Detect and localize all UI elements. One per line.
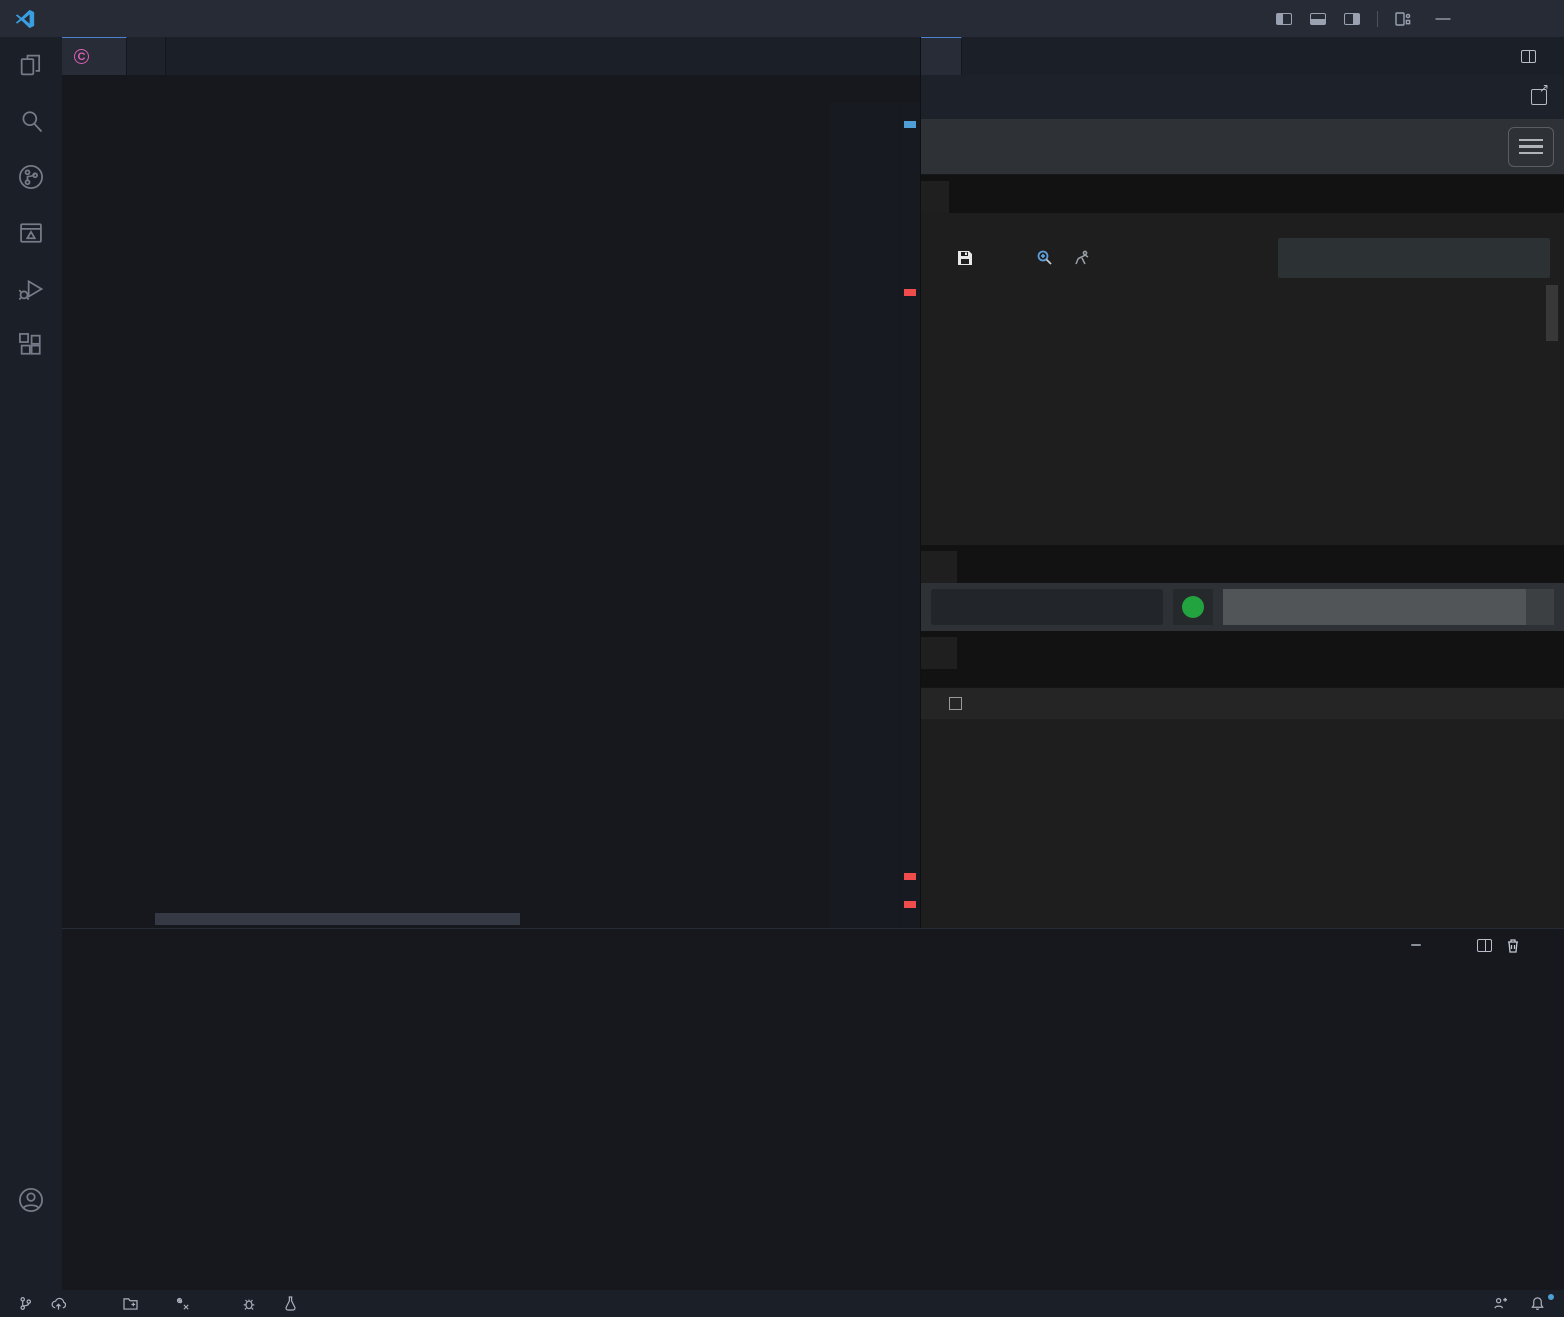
git-branch-item[interactable] xyxy=(12,1296,44,1311)
search-icon[interactable] xyxy=(0,93,62,149)
compile-status xyxy=(1173,589,1213,625)
activity-bar xyxy=(0,37,62,1290)
output-toolbar xyxy=(921,687,1564,719)
compiler-selector-row xyxy=(921,583,1564,631)
cmake-folder-item[interactable] xyxy=(116,1297,150,1310)
compiler-select[interactable] xyxy=(931,589,1163,625)
maximize-button[interactable] xyxy=(1468,0,1510,37)
wrap-lines-checkbox[interactable] xyxy=(949,696,968,712)
source-control-icon[interactable] xyxy=(0,149,62,205)
compiler-pane-header xyxy=(921,545,1564,583)
kill-terminal-icon[interactable] xyxy=(1506,938,1520,953)
debug-item[interactable] xyxy=(235,1297,263,1311)
settings-gear-icon[interactable] xyxy=(0,1228,62,1284)
open-external-icon[interactable] xyxy=(1524,82,1554,112)
feedback-icon[interactable] xyxy=(1486,1296,1515,1311)
git-branch-icon xyxy=(19,1296,32,1311)
close-window-button[interactable] xyxy=(1514,0,1556,37)
output-pane-tab[interactable] xyxy=(921,637,957,669)
source-pane-header xyxy=(921,175,1564,213)
minimize-button[interactable]: — xyxy=(1422,0,1464,37)
toggle-panel-icon[interactable] xyxy=(1303,7,1333,31)
godbolt-source-editor[interactable] xyxy=(921,281,1564,545)
save-icon[interactable] xyxy=(957,250,973,266)
tab-json-hpp[interactable]: C xyxy=(62,37,127,75)
divider xyxy=(1377,11,1378,27)
extensions-icon[interactable] xyxy=(0,317,62,373)
terminal-kind-icon xyxy=(1411,944,1421,946)
toggle-secondary-sidebar-icon[interactable] xyxy=(1337,7,1367,31)
vscode-logo-icon xyxy=(14,8,36,30)
hamburger-menu-icon[interactable] xyxy=(1508,127,1554,167)
editor-tab-bar: C xyxy=(62,37,920,75)
cmake-panel-icon[interactable] xyxy=(0,205,62,261)
notifications-bell-icon[interactable] xyxy=(1523,1296,1552,1311)
split-terminal-icon[interactable] xyxy=(1477,939,1492,952)
status-bar xyxy=(0,1290,1564,1317)
language-select[interactable] xyxy=(1278,238,1550,278)
ruler-cursor-marker xyxy=(904,121,916,128)
bottom-panel xyxy=(62,928,1564,1290)
account-icon[interactable] xyxy=(0,1172,62,1228)
ctest-item[interactable] xyxy=(277,1296,309,1311)
source-pane-tab[interactable] xyxy=(921,181,949,213)
tools-icon xyxy=(176,1297,190,1311)
tab-readme-md[interactable] xyxy=(127,37,166,75)
run-and-debug-icon[interactable] xyxy=(0,261,62,317)
reload-icon[interactable] xyxy=(999,82,1029,112)
output-pane-header xyxy=(921,631,1564,687)
forward-icon[interactable] xyxy=(965,82,995,112)
terminal-content[interactable] xyxy=(62,961,1564,971)
options-dropdown-icon[interactable] xyxy=(1526,589,1554,625)
toggle-sidebar-icon[interactable] xyxy=(1269,7,1299,31)
explorer-icon[interactable] xyxy=(0,37,62,93)
browser-tab-bar xyxy=(921,37,1564,75)
source-toolbar xyxy=(921,235,1564,281)
kit-item[interactable] xyxy=(169,1297,202,1311)
split-editor-icon[interactable] xyxy=(1521,50,1536,63)
editor-more-actions-icon[interactable] xyxy=(906,37,920,75)
horizontal-scrollbar[interactable] xyxy=(155,913,520,925)
overview-ruler xyxy=(901,103,920,928)
compiler-pane-tab[interactable] xyxy=(921,551,957,583)
breadcrumb[interactable] xyxy=(62,75,920,103)
ruler-error-marker xyxy=(904,873,916,880)
code-editor[interactable] xyxy=(62,103,920,928)
mascot-icon[interactable] xyxy=(1073,249,1091,267)
bug-icon xyxy=(242,1297,256,1311)
tab-simple-browser[interactable] xyxy=(921,37,962,75)
panel-tab-bar xyxy=(62,929,1564,961)
publish-icon xyxy=(51,1297,66,1311)
customize-layout-icon[interactable] xyxy=(1388,7,1418,31)
godbolt-scrollbar[interactable] xyxy=(1546,285,1558,341)
flask-icon xyxy=(284,1296,297,1311)
folder-icon xyxy=(123,1297,138,1310)
notification-dot xyxy=(1548,1294,1554,1300)
compile-ok-icon xyxy=(1182,596,1204,618)
cpp-file-icon: C xyxy=(74,49,89,64)
godbolt-minimap xyxy=(1488,285,1534,355)
back-icon[interactable] xyxy=(931,82,961,112)
browser-nav-bar xyxy=(921,75,1564,119)
compiler-output[interactable] xyxy=(921,719,1564,727)
compiler-explorer-header xyxy=(921,119,1564,175)
title-bar: — xyxy=(0,0,1564,37)
zoom-icon[interactable] xyxy=(1035,249,1053,267)
compiler-options-input[interactable] xyxy=(1223,589,1554,625)
ruler-error-marker xyxy=(904,289,916,296)
simple-browser-panel xyxy=(920,37,1564,928)
ruler-error-marker xyxy=(904,901,916,908)
minimap[interactable] xyxy=(830,103,900,928)
sync-item[interactable] xyxy=(44,1297,73,1311)
editor-group: C xyxy=(62,37,920,928)
